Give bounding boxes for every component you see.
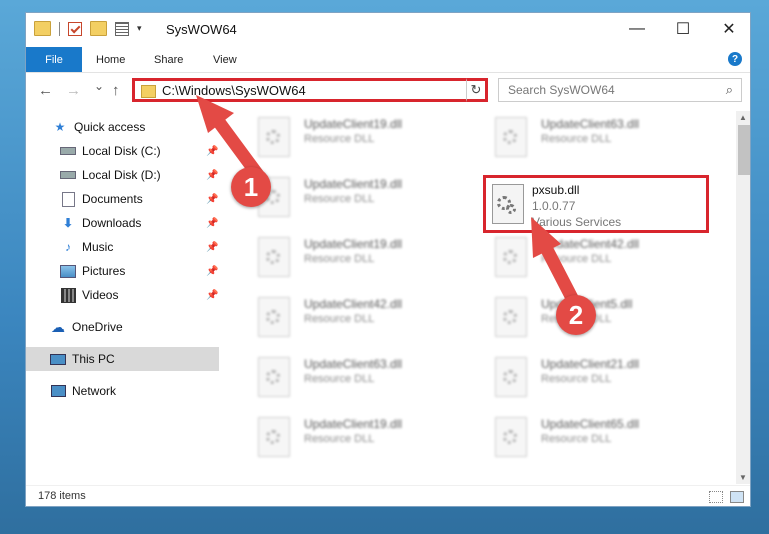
file-list: UpdateClient19.dll Resource DLL UpdateCl… (236, 111, 732, 483)
videos-icon (60, 287, 76, 303)
file-name: pxsub.dll (532, 183, 580, 197)
file-item[interactable]: UpdateClient21.dll Resource DLL (483, 351, 703, 403)
address-path[interactable]: C:\Windows\SysWOW64 (162, 83, 306, 98)
help-icon[interactable]: ? (728, 52, 742, 66)
dll-file-icon (495, 117, 527, 157)
sidebar-item-downloads[interactable]: ⬇ Downloads 📌 (26, 211, 219, 235)
forward-button[interactable]: → (66, 82, 81, 99)
documents-icon (60, 191, 76, 207)
folder-icon (34, 21, 51, 36)
file-description: Various Services (532, 215, 622, 229)
network-icon (50, 384, 66, 398)
navigation-pane: ★ Quick access Local Disk (C:) 📌 Local D… (26, 111, 219, 483)
close-button[interactable]: ✕ (706, 13, 750, 45)
file-item[interactable]: UpdateClient19.dll Resource DLL (246, 111, 466, 163)
dll-file-icon (258, 297, 290, 337)
dll-file-icon (495, 297, 527, 337)
sidebar-item-local-disk-c[interactable]: Local Disk (C:) 📌 (26, 139, 219, 163)
pin-icon[interactable]: 📌 (206, 146, 218, 157)
step-badge-2: 2 (556, 295, 596, 335)
dll-file-icon (495, 237, 527, 277)
scroll-up-icon[interactable]: ▲ (739, 113, 747, 122)
dll-file-icon (258, 417, 290, 457)
file-explorer-window: ▾ SysWOW64 — ☐ ✕ File Home Share View ? … (25, 12, 751, 507)
item-count: 178 items (38, 490, 86, 502)
chevron-down-icon[interactable]: ▾ (137, 23, 142, 34)
tab-share[interactable]: Share (154, 47, 183, 72)
ribbon-tabs: File Home Share View ? (26, 47, 750, 73)
vertical-scrollbar[interactable]: ▲ ▼ (736, 111, 750, 484)
file-item[interactable]: UpdateClient19.dll Resource DLL (246, 411, 466, 463)
sidebar-item-pictures[interactable]: Pictures 📌 (26, 259, 219, 283)
music-icon: ♪ (65, 240, 71, 254)
sidebar-item-onedrive[interactable]: ☁ OneDrive (26, 315, 219, 339)
pin-icon[interactable]: 📌 (206, 290, 218, 301)
dll-file-icon (258, 357, 290, 397)
download-icon: ⬇ (62, 216, 74, 230)
sidebar-item-music[interactable]: ♪ Music 📌 (26, 235, 219, 259)
sidebar-item-this-pc[interactable]: This PC (26, 347, 219, 371)
sidebar-item-quick-access[interactable]: ★ Quick access (26, 115, 219, 139)
dll-file-icon (495, 357, 527, 397)
file-item[interactable]: UpdateClient42.dll Resource DLL (483, 231, 703, 283)
cloud-icon: ☁ (51, 318, 65, 335)
search-placeholder: Search SysWOW64 (508, 83, 615, 97)
recent-locations-button[interactable]: ⌄ (94, 79, 104, 93)
up-button[interactable]: ↑ (112, 82, 120, 99)
file-item[interactable]: UpdateClient63.dll Resource DLL (483, 111, 703, 163)
pin-icon[interactable]: 📌 (206, 218, 218, 229)
pin-icon[interactable]: 📌 (206, 194, 218, 205)
tab-home[interactable]: Home (96, 47, 125, 72)
folder-icon (141, 85, 156, 98)
customize-toolbar-icon[interactable] (115, 21, 129, 36)
search-input[interactable]: Search SysWOW64 ⌕ (498, 78, 742, 102)
tab-view[interactable]: View (213, 47, 237, 72)
computer-icon (50, 352, 66, 366)
file-item[interactable]: UpdateClient19.dll Resource DLL (246, 231, 466, 283)
large-icons-view-icon[interactable] (730, 491, 744, 503)
file-version: 1.0.0.77 (532, 199, 576, 213)
drive-icon (60, 144, 76, 158)
sidebar-item-videos[interactable]: Videos 📌 (26, 283, 219, 307)
dll-file-icon (495, 417, 527, 457)
maximize-button[interactable]: ☐ (660, 13, 706, 45)
sidebar-item-local-disk-d[interactable]: Local Disk (D:) 📌 (26, 163, 219, 187)
refresh-button[interactable]: ↻ (466, 78, 488, 102)
gear-icon (506, 204, 516, 214)
target-file-pxsub[interactable]: pxsub.dll 1.0.0.77 Various Services (483, 175, 709, 233)
sidebar-item-documents[interactable]: Documents 📌 (26, 187, 219, 211)
address-bar[interactable]: C:\Windows\SysWOW64 ⌵ (132, 78, 487, 102)
tab-file[interactable]: File (26, 47, 82, 72)
search-icon[interactable]: ⌕ (726, 82, 733, 98)
back-button[interactable]: ← (38, 82, 53, 99)
file-item[interactable]: UpdateClient42.dll Resource DLL (246, 291, 466, 343)
pin-icon[interactable]: 📌 (206, 170, 218, 181)
toolbar-divider (59, 21, 60, 36)
new-folder-icon[interactable] (90, 21, 107, 36)
pin-icon[interactable]: 📌 (206, 266, 218, 277)
drive-icon (60, 168, 76, 182)
scroll-down-icon[interactable]: ▼ (739, 473, 747, 482)
file-item[interactable]: UpdateClient63.dll Resource DLL (246, 351, 466, 403)
navigation-bar: ← → ⌄ ↑ C:\Windows\SysWOW64 ⌵ ↻ Search S… (26, 73, 750, 107)
step-badge-1: 1 (231, 167, 271, 207)
title-bar: ▾ SysWOW64 — ☐ ✕ (26, 13, 750, 47)
details-view-icon[interactable] (709, 491, 723, 503)
pin-icon[interactable]: 📌 (206, 242, 218, 253)
dll-file-icon (258, 117, 290, 157)
scrollbar-thumb[interactable] (738, 125, 750, 175)
properties-check-icon[interactable] (68, 21, 82, 36)
star-icon: ★ (54, 120, 66, 134)
file-item[interactable]: UpdateClient19.dll Resource DLL (246, 171, 466, 223)
pictures-icon (60, 264, 76, 278)
status-bar: 178 items (26, 485, 750, 506)
quick-access-toolbar: ▾ (34, 21, 142, 36)
sidebar-item-network[interactable]: Network (26, 379, 219, 403)
dll-file-icon (258, 237, 290, 277)
window-title: SysWOW64 (166, 22, 237, 37)
file-item[interactable]: UpdateClient65.dll Resource DLL (483, 411, 703, 463)
minimize-button[interactable]: — (614, 13, 660, 45)
